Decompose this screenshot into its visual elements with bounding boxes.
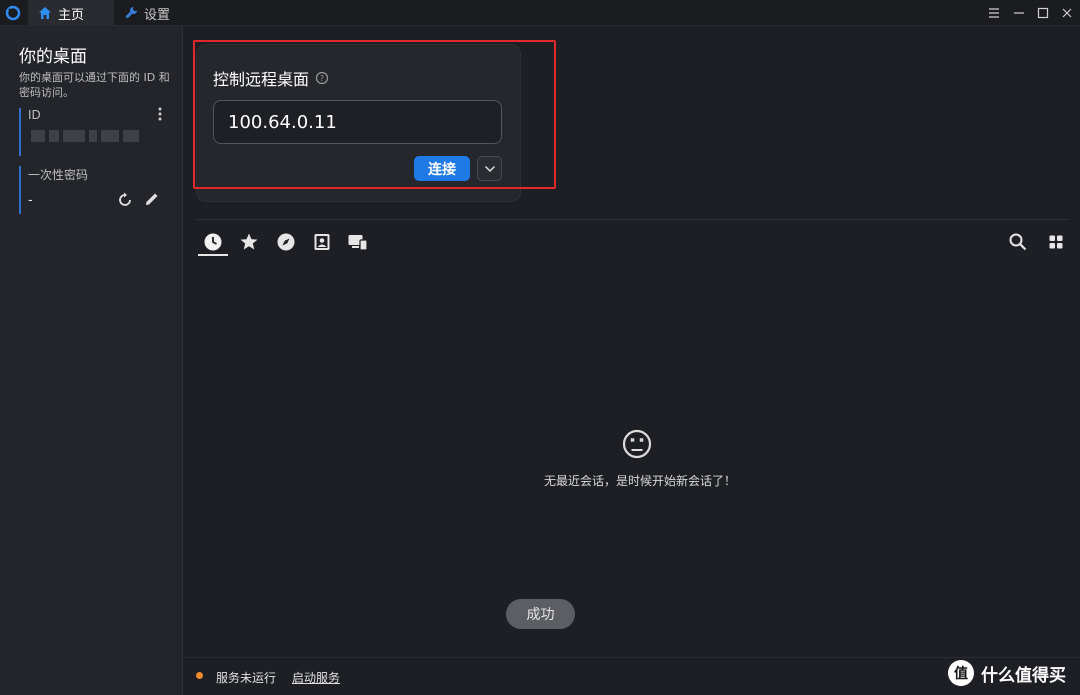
sad-face-icon <box>622 429 652 459</box>
tab-favorites[interactable] <box>238 231 260 253</box>
sidebar: 你的桌面 你的桌面可以通过下面的 ID 和密码访问。 ID 一次性密码 - <box>0 26 183 695</box>
home-icon <box>39 7 51 19</box>
help-icon[interactable]: ? <box>315 71 329 85</box>
address-book-icon <box>314 234 330 250</box>
discovered-icon <box>277 233 295 251</box>
success-toast: 成功 <box>506 599 575 629</box>
connect-button[interactable]: 连接 <box>414 156 470 181</box>
tab-discovered[interactable] <box>275 231 297 253</box>
watermark-text: 什么值得买 <box>981 665 1066 686</box>
service-status-text: 服务未运行 <box>216 671 277 685</box>
status-bar-divider <box>183 657 1080 658</box>
group-devices-icon <box>348 235 368 251</box>
grid-view-button[interactable] <box>1045 231 1067 253</box>
password-value: - <box>28 193 33 208</box>
chevron-down-icon <box>484 165 495 172</box>
title-bar: 主页 设置 <box>0 0 1080 26</box>
tab-settings[interactable]: 设置 <box>114 0 204 26</box>
tab-home-label: 主页 <box>58 7 85 23</box>
maximize-button[interactable] <box>1034 4 1052 22</box>
menu-button[interactable] <box>985 4 1003 22</box>
section-divider <box>196 219 1070 220</box>
refresh-icon[interactable] <box>116 191 134 209</box>
maximize-icon <box>1037 7 1049 19</box>
remote-id-input[interactable] <box>213 100 502 144</box>
close-button[interactable] <box>1058 4 1076 22</box>
tab-settings-label: 设置 <box>144 7 171 23</box>
wrench-icon <box>125 6 138 19</box>
tab-group-devices[interactable] <box>347 231 369 253</box>
edit-icon[interactable] <box>143 190 161 208</box>
active-tab-indicator <box>198 254 228 256</box>
start-service-link[interactable]: 启动服务 <box>292 669 340 686</box>
minimize-icon <box>1014 12 1024 14</box>
watermark-logo: 值 <box>948 660 974 686</box>
password-block: 一次性密码 - <box>19 166 169 214</box>
tab-home[interactable]: 主页 <box>28 0 114 26</box>
grid-view-icon <box>1049 235 1063 249</box>
sidebar-title: 你的桌面 <box>19 47 87 67</box>
connect-options-button[interactable] <box>477 156 502 181</box>
close-icon <box>1062 8 1072 18</box>
empty-state-message: 无最近会话，是时候开始新会话了！ <box>543 474 736 488</box>
more-vertical-icon[interactable] <box>155 106 165 122</box>
minimize-button[interactable] <box>1010 4 1028 22</box>
app-logo-icon <box>5 5 21 21</box>
tab-recent-sessions[interactable] <box>202 231 224 253</box>
tab-address-book[interactable] <box>311 231 333 253</box>
connect-title-text: 控制远程桌面 <box>213 70 310 89</box>
id-block: ID <box>19 106 169 156</box>
search-button[interactable] <box>1007 231 1029 253</box>
password-label: 一次性密码 <box>28 168 89 182</box>
recent-sessions-icon <box>204 233 222 251</box>
favorites-icon <box>240 233 258 250</box>
sidebar-description: 你的桌面可以通过下面的 ID 和密码访问。 <box>19 71 170 99</box>
search-icon <box>1009 233 1027 251</box>
service-status-dot <box>196 672 203 679</box>
connect-title: 控制远程桌面 ? <box>213 66 329 90</box>
id-label: ID <box>28 108 41 122</box>
watermark: 值 什么值得买 <box>948 657 1080 689</box>
id-value-redacted <box>31 130 141 144</box>
menu-icon <box>989 8 999 18</box>
svg-text:?: ? <box>320 74 324 83</box>
